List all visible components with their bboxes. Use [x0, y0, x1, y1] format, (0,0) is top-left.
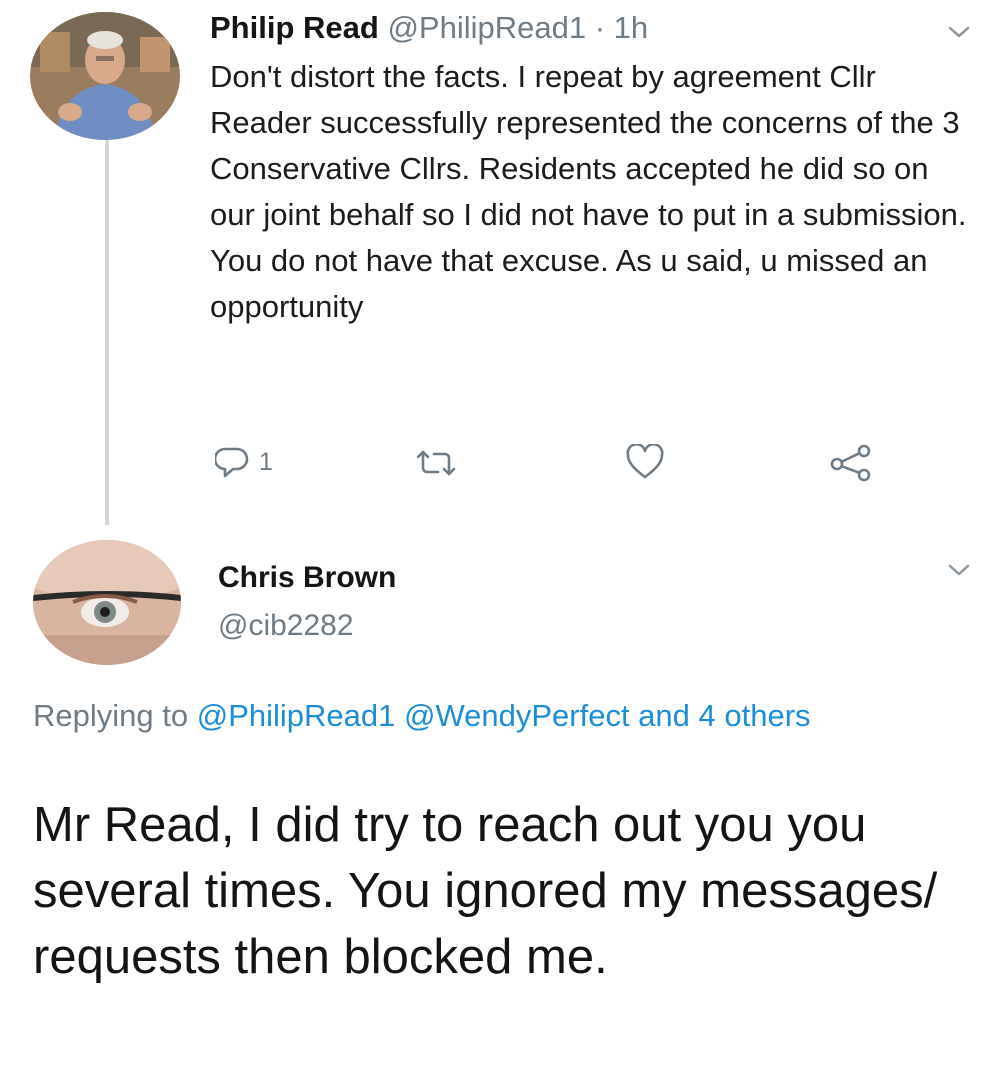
like-button[interactable]: [625, 444, 665, 480]
author-handle[interactable]: @PhilipRead1: [387, 10, 586, 45]
share-icon: [828, 444, 874, 482]
chevron-down-icon[interactable]: [944, 560, 974, 580]
replying-to: Replying to @PhilipRead1 @WendyPerfect a…: [33, 693, 963, 739]
retweet-icon: [414, 448, 458, 478]
heart-icon: [625, 444, 665, 480]
retweet-button[interactable]: [414, 448, 458, 478]
chevron-down-icon[interactable]: [944, 22, 974, 42]
tweet-actions: 1: [0, 442, 1000, 482]
author-handle[interactable]: @cib2282: [218, 606, 354, 646]
tweet-header: Philip Read @PhilipRead1 · 1h: [210, 6, 648, 50]
reply-button[interactable]: 1: [215, 446, 273, 478]
replying-prefix: Replying to: [33, 698, 189, 733]
reply-count: 1: [259, 447, 273, 476]
reply-icon: [215, 446, 249, 478]
tweet-text: Mr Read, I did try to reach out you you …: [33, 798, 938, 984]
avatar[interactable]: [33, 540, 181, 665]
tweet-text: Don't distort the facts. I repeat by agr…: [210, 59, 967, 324]
share-button[interactable]: [828, 444, 874, 482]
author-name[interactable]: Philip Read: [210, 10, 379, 45]
author-name[interactable]: Chris Brown: [218, 558, 396, 598]
replying-mentions-link[interactable]: @PhilipRead1 @WendyPerfect and 4 others: [197, 698, 811, 733]
tweet-timestamp[interactable]: · 1h: [595, 10, 648, 45]
avatar[interactable]: [30, 12, 180, 140]
